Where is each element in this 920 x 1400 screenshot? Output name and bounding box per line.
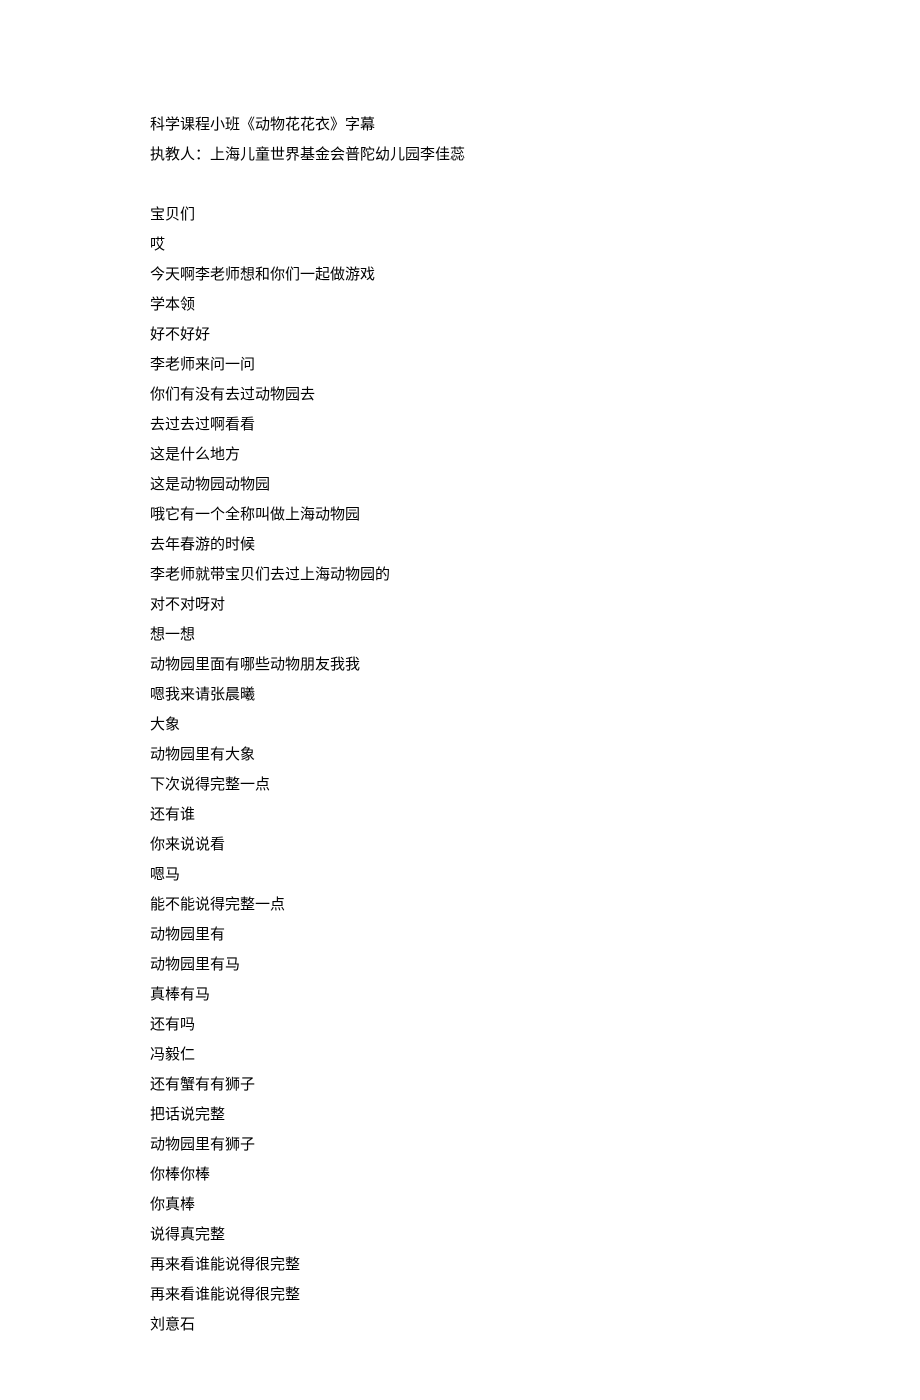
transcript-line: 再来看谁能说得很完整 bbox=[150, 1250, 770, 1280]
transcript-line: 真棒有马 bbox=[150, 980, 770, 1010]
transcript-line: 嗯马 bbox=[150, 860, 770, 890]
transcript-line: 你棒你棒 bbox=[150, 1160, 770, 1190]
transcript-line: 学本领 bbox=[150, 290, 770, 320]
transcript-line: 动物园里有马 bbox=[150, 950, 770, 980]
transcript-line: 想一想 bbox=[150, 620, 770, 650]
transcript-line: 你来说说看 bbox=[150, 830, 770, 860]
transcript-line: 今天啊李老师想和你们一起做游戏 bbox=[150, 260, 770, 290]
transcript-line: 动物园里有狮子 bbox=[150, 1130, 770, 1160]
transcript-line: 这是什么地方 bbox=[150, 440, 770, 470]
transcript-line: 刘意石 bbox=[150, 1310, 770, 1340]
transcript-line: 宝贝们 bbox=[150, 200, 770, 230]
transcript-line: 去过去过啊看看 bbox=[150, 410, 770, 440]
transcript-line: 还有谁 bbox=[150, 800, 770, 830]
transcript-line: 你们有没有去过动物园去 bbox=[150, 380, 770, 410]
document-title: 科学课程小班《动物花花衣》字幕 bbox=[150, 110, 770, 140]
transcript-line: 李老师来问一问 bbox=[150, 350, 770, 380]
transcript-line: 还有吗 bbox=[150, 1010, 770, 1040]
transcript-line: 动物园里有 bbox=[150, 920, 770, 950]
transcript-body: 宝贝们哎今天啊李老师想和你们一起做游戏学本领好不好好李老师来问一问你们有没有去过… bbox=[150, 200, 770, 1340]
transcript-line: 还有蟹有有狮子 bbox=[150, 1070, 770, 1100]
transcript-line: 动物园里有大象 bbox=[150, 740, 770, 770]
transcript-line: 嗯我来请张晨曦 bbox=[150, 680, 770, 710]
transcript-line: 冯毅仁 bbox=[150, 1040, 770, 1070]
transcript-line: 下次说得完整一点 bbox=[150, 770, 770, 800]
transcript-line: 动物园里面有哪些动物朋友我我 bbox=[150, 650, 770, 680]
transcript-line: 哎 bbox=[150, 230, 770, 260]
document-page: 科学课程小班《动物花花衣》字幕 执教人：上海儿童世界基金会普陀幼儿园李佳蕊 宝贝… bbox=[0, 0, 920, 1400]
transcript-line: 去年春游的时候 bbox=[150, 530, 770, 560]
instructor-line: 执教人：上海儿童世界基金会普陀幼儿园李佳蕊 bbox=[150, 140, 770, 170]
transcript-line: 哦它有一个全称叫做上海动物园 bbox=[150, 500, 770, 530]
transcript-line: 再来看谁能说得很完整 bbox=[150, 1280, 770, 1310]
transcript-line: 说得真完整 bbox=[150, 1220, 770, 1250]
transcript-line: 好不好好 bbox=[150, 320, 770, 350]
transcript-line: 对不对呀对 bbox=[150, 590, 770, 620]
transcript-line: 把话说完整 bbox=[150, 1100, 770, 1130]
blank-separator bbox=[150, 170, 770, 200]
transcript-line: 你真棒 bbox=[150, 1190, 770, 1220]
transcript-line: 这是动物园动物园 bbox=[150, 470, 770, 500]
transcript-line: 能不能说得完整一点 bbox=[150, 890, 770, 920]
transcript-line: 李老师就带宝贝们去过上海动物园的 bbox=[150, 560, 770, 590]
transcript-line: 大象 bbox=[150, 710, 770, 740]
